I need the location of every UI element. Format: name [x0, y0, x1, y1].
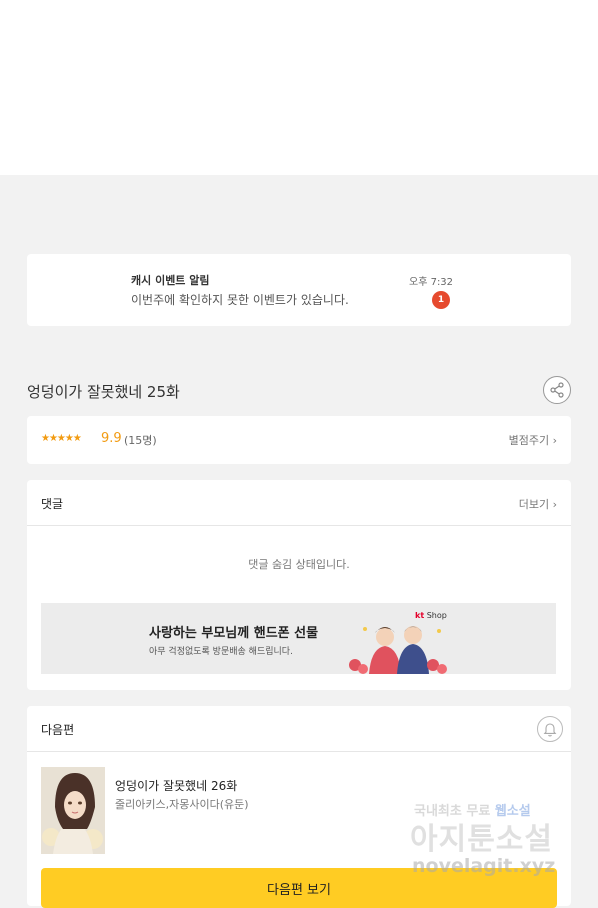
notification-card[interactable]: 캐시 이벤트 알림 이번주에 확인하지 못한 이벤트가 있습니다. 오후 7:3… [27, 254, 571, 326]
next-episode-author: 줄리아키스,자몽사이다(유둔) [115, 798, 249, 811]
ad-banner[interactable]: 사랑하는 부모님께 핸드폰 선물 아무 걱정없도록 방문배송 해드립니다. kt… [41, 603, 556, 674]
ad-subtitle: 아무 걱정없도록 방문배송 해드립니다. [149, 647, 293, 657]
next-episode-thumbnail[interactable] [41, 767, 105, 854]
share-icon [550, 382, 564, 398]
next-episode-section-title: 다음편 [41, 723, 75, 737]
episode-title: 엉덩이가 잘못했네 25화 [27, 383, 180, 401]
next-episode-button[interactable]: 다음편 보기 [41, 868, 557, 908]
comments-header: 댓글 더보기 › [27, 480, 571, 526]
notification-time: 오후 7:32 [409, 277, 454, 288]
thumbnail-illustration [41, 767, 105, 854]
rating-score: 9.9 [101, 431, 122, 446]
rating-card: ★★★★★ 9.9 (15명) 별점주기 › [27, 416, 571, 464]
next-episode-title[interactable]: 엉덩이가 잘못했네 26화 [115, 777, 237, 794]
notification-badge: 1 [432, 291, 450, 309]
notification-message: 이번주에 확인하지 못한 이벤트가 있습니다. [131, 293, 349, 307]
comments-section: 댓글 더보기 › 댓글 숨김 상태입니다. 사랑하는 부모님께 핸드폰 선물 아… [27, 480, 571, 690]
ad-illustration [349, 626, 447, 674]
rating-stars: ★★★★★ [41, 433, 82, 444]
next-episode-header: 다음편 [27, 706, 571, 752]
notification-title: 캐시 이벤트 알림 [131, 274, 210, 287]
bell-icon [543, 723, 557, 737]
rating-count: (15명) [124, 434, 157, 447]
comments-more-link[interactable]: 더보기 › [519, 496, 557, 512]
notify-button[interactable] [537, 716, 563, 742]
comments-title: 댓글 [41, 497, 64, 511]
rate-button[interactable]: 별점주기 › [509, 432, 557, 448]
comments-hidden-message: 댓글 숨김 상태입니다. [248, 558, 350, 571]
ad-title: 사랑하는 부모님께 핸드폰 선물 [149, 626, 319, 641]
next-episode-section: 다음편 엉덩이가 잘못했네 26화 줄리아키스,자몽사이다(유둔) 다음편 보기 [27, 706, 571, 908]
top-blank-area [0, 0, 598, 175]
share-button[interactable] [543, 376, 571, 404]
